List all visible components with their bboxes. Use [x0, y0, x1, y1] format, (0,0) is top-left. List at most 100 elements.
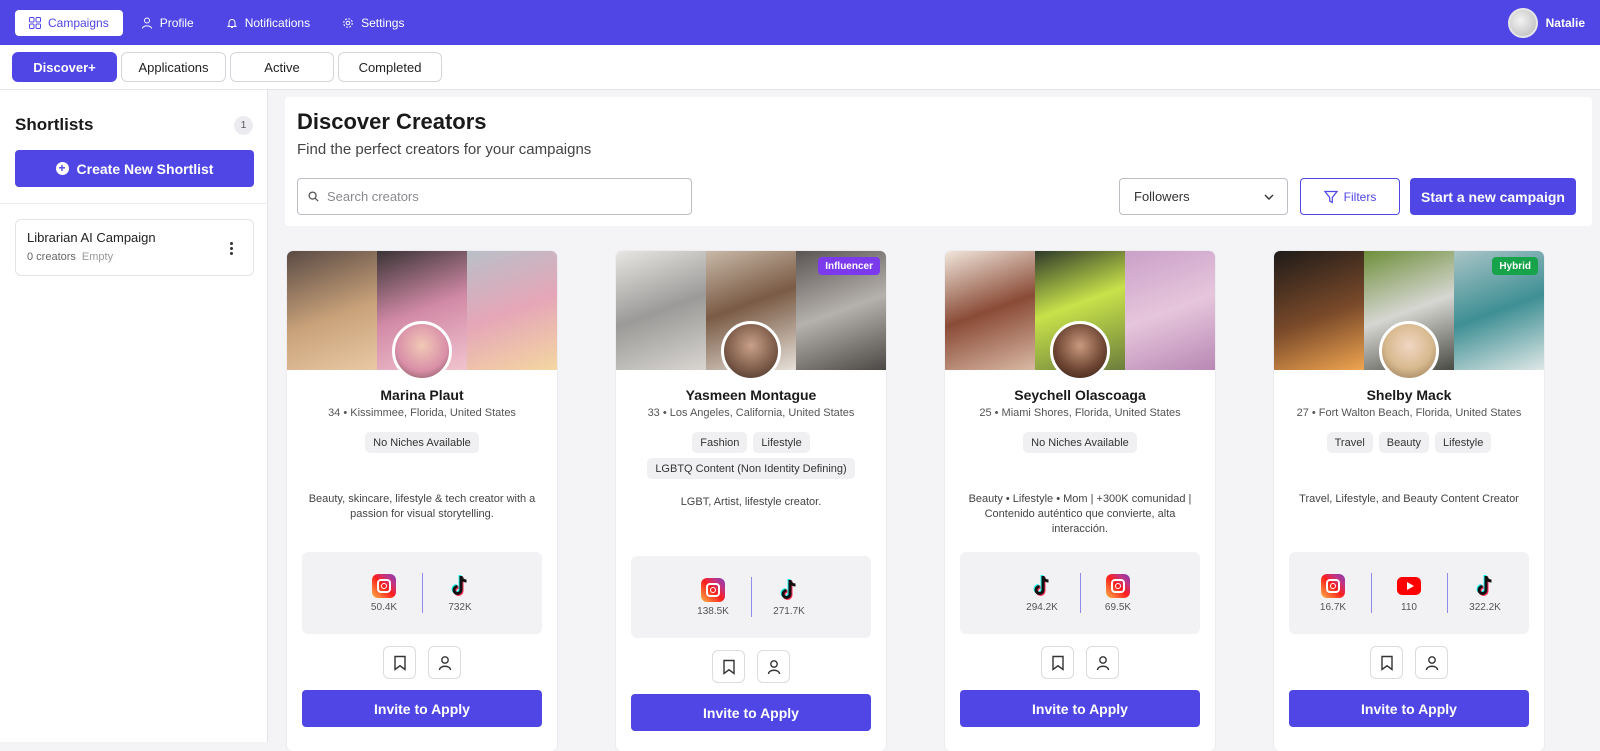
stat-value: 110	[1401, 601, 1417, 613]
stat-youtube: 110	[1372, 574, 1447, 613]
creator-name: Seychell Olascoaga	[1014, 387, 1146, 403]
shortlist-item[interactable]: Librarian AI Campaign 0 creators Empty	[15, 219, 254, 276]
creator-avatar	[392, 321, 452, 381]
bookmark-button[interactable]	[1041, 646, 1074, 679]
plus-circle-icon: +	[55, 162, 69, 175]
shortlist-name: Librarian AI Campaign	[27, 230, 156, 245]
nav-settings[interactable]: Settings	[328, 10, 418, 36]
create-shortlist-label: Create New Shortlist	[76, 160, 214, 177]
nav-label: Settings	[361, 15, 405, 30]
creator-photo	[287, 251, 377, 370]
invite-to-apply-button[interactable]: Invite to Apply	[631, 694, 871, 731]
creator-location: 27 • Fort Walton Beach, Florida, United …	[1296, 407, 1522, 419]
creator-bio: LGBT, Artist, lifestyle creator.	[680, 496, 822, 508]
stat-value: 732K	[448, 601, 472, 613]
sort-select[interactable]: Followers	[1119, 178, 1288, 215]
creator-card: Influencer Yasmeen Montague 33 • Los Ang…	[616, 251, 886, 751]
stat-value: 50.4K	[370, 601, 398, 613]
invite-to-apply-button[interactable]: Invite to Apply	[302, 690, 542, 727]
niche-list: Fashion Lifestyle LGBTQ Content (Non Ide…	[631, 432, 871, 479]
tiktok-icon	[448, 574, 472, 598]
stat-tiktok: 322.2K	[1448, 574, 1523, 613]
nav-notifications[interactable]: Notifications	[212, 10, 324, 36]
social-stats: 16.7K 110 322.2K	[1289, 552, 1529, 634]
search-input[interactable]	[327, 189, 667, 204]
page-subtitle: Find the perfect creators for your campa…	[297, 141, 592, 158]
tiktok-icon	[1030, 574, 1054, 598]
start-campaign-button[interactable]: Start a new campaign	[1410, 178, 1576, 215]
filters-button[interactable]: Filters	[1300, 178, 1400, 215]
stat-value: 16.7K	[1319, 601, 1347, 613]
create-shortlist-button[interactable]: + Create New Shortlist	[15, 150, 254, 187]
stat-tiktok: 732K	[423, 574, 498, 613]
creator-photo	[1125, 251, 1215, 370]
niche-tag: Fashion	[692, 432, 748, 453]
avatar	[1507, 7, 1538, 38]
card-actions	[1274, 646, 1544, 679]
social-stats: 50.4K 732K	[302, 552, 542, 634]
shortlists-sidebar: Shortlists 1 + Create New Shortlist Libr…	[0, 90, 268, 742]
bell-icon	[226, 18, 237, 28]
stat-value: 271.7K	[773, 605, 805, 617]
view-profile-button[interactable]	[428, 646, 461, 679]
shortlist-status: Empty	[81, 251, 114, 263]
shortlists-count-badge: 1	[234, 115, 253, 135]
niche-tag: LGBTQ Content (Non Identity Defining)	[647, 458, 855, 479]
niche-tag: Travel	[1326, 432, 1373, 453]
creator-avatar	[721, 321, 781, 381]
tab-applications[interactable]: Applications	[121, 52, 226, 82]
discover-header: Discover Creators Find the perfect creat…	[285, 97, 1592, 226]
stat-value: 294.2K	[1026, 601, 1058, 613]
bookmark-button[interactable]	[1370, 646, 1403, 679]
more-options-icon[interactable]	[230, 242, 233, 255]
search-icon	[308, 191, 319, 202]
shortlists-header: Shortlists 1	[15, 115, 253, 135]
card-actions	[616, 650, 886, 683]
user-icon	[767, 659, 780, 674]
shortlists-title: Shortlists	[15, 115, 94, 134]
bookmark-icon	[1051, 655, 1064, 671]
invite-to-apply-button[interactable]: Invite to Apply	[960, 690, 1200, 727]
view-profile-button[interactable]	[1086, 646, 1119, 679]
view-profile-button[interactable]	[757, 650, 790, 683]
creator-photo	[945, 251, 1035, 370]
gear-icon	[343, 17, 353, 28]
creator-photo	[616, 251, 706, 370]
search-box[interactable]	[297, 178, 692, 215]
stat-instagram: 138.5K	[676, 577, 751, 617]
instagram-icon	[372, 573, 396, 598]
filters-label: Filters	[1343, 189, 1377, 204]
creator-location: 34 • Kissimmee, Florida, United States	[328, 407, 516, 419]
creator-bio: Beauty • Lifestyle • Mom | +300K comunid…	[968, 493, 1192, 535]
nav-profile[interactable]: Profile	[127, 10, 208, 36]
bookmark-icon	[393, 655, 406, 671]
invite-to-apply-button[interactable]: Invite to Apply	[1289, 690, 1529, 727]
filter-icon	[1323, 190, 1338, 204]
tab-bar: Discover+ Applications Active Completed	[0, 45, 1600, 90]
user-icon	[1096, 655, 1109, 670]
creator-card: Marina Plaut 34 • Kissimmee, Florida, Un…	[287, 251, 557, 751]
niche-tag: No Niches Available	[365, 432, 479, 453]
nav-label: Notifications	[244, 15, 311, 30]
divider	[1370, 573, 1372, 613]
niche-tag: No Niches Available	[1023, 432, 1137, 453]
creator-location: 33 • Los Angeles, California, United Sta…	[647, 407, 855, 419]
chevron-down-icon	[1264, 194, 1274, 200]
nav-campaigns[interactable]: Campaigns	[15, 9, 123, 36]
divider	[750, 577, 752, 617]
tiktok-icon	[777, 578, 801, 602]
user-menu[interactable]: Natalie	[1507, 7, 1585, 38]
tab-discover[interactable]: Discover+	[12, 52, 117, 82]
bookmark-button[interactable]	[383, 646, 416, 679]
instagram-icon	[1321, 573, 1345, 598]
tiktok-icon	[1473, 574, 1497, 598]
tab-completed[interactable]: Completed	[338, 52, 442, 82]
user-icon	[438, 655, 451, 670]
creator-card: Seychell Olascoaga 25 • Miami Shores, Fl…	[945, 251, 1215, 751]
bookmark-button[interactable]	[712, 650, 745, 683]
tab-active[interactable]: Active	[230, 52, 334, 82]
creator-avatar	[1050, 321, 1110, 381]
niche-list: Travel Beauty Lifestyle	[1289, 432, 1529, 453]
view-profile-button[interactable]	[1415, 646, 1448, 679]
user-icon	[1425, 655, 1438, 670]
